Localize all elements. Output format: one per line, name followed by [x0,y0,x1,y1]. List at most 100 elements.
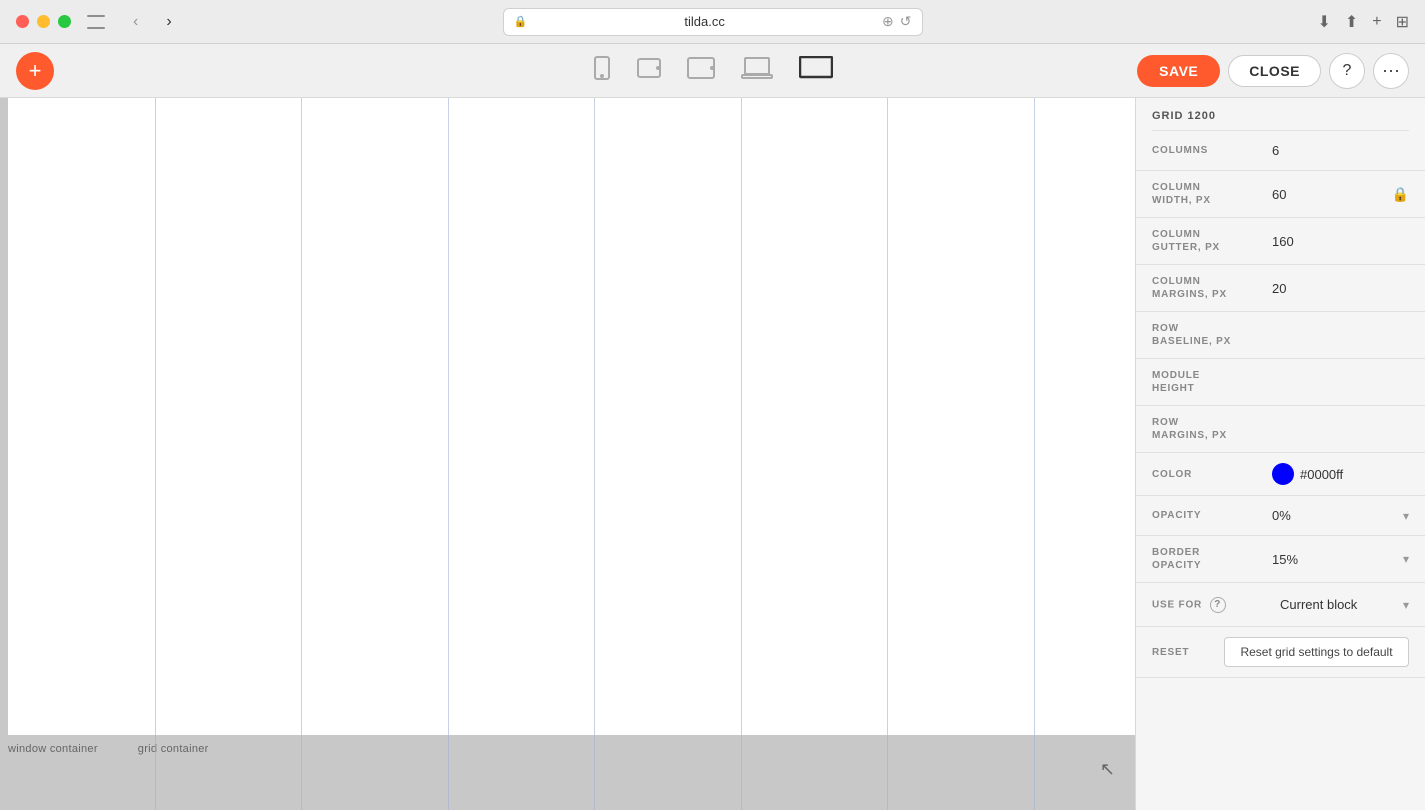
col-gutter-label: COLUMN GUTTER, PX [1152,228,1272,254]
col-margins-label: COLUMN MARGINS, PX [1152,275,1272,301]
device-tablet-button[interactable] [683,53,719,89]
color-hex-value: #0000ff [1300,467,1343,482]
grid-container-label: grid container [138,743,209,755]
bottom-grid-line-4 [594,735,595,810]
nav-arrows: ‹ › [117,13,176,31]
grid-line-6 [887,98,888,735]
grid-line-7 [1034,98,1035,735]
use-for-value: Current block [1280,597,1357,612]
close-button[interactable]: CLOSE [1228,55,1321,87]
reset-row: RESET Reset grid settings to default [1136,627,1425,678]
module-height-label: MODULE HEIGHT [1152,369,1272,395]
grid-line-2 [301,98,302,735]
back-button[interactable]: ‹ [129,13,142,31]
opacity-value: 0% [1272,508,1291,523]
device-tablet-small-button[interactable] [633,54,665,88]
main-area: window container grid container ↖ GRID 1… [0,98,1425,810]
minimize-traffic-light[interactable] [37,15,50,28]
col-gutter-row: COLUMN GUTTER, PX 160 [1136,218,1425,265]
url-text: tilda.cc [533,14,876,29]
module-height-row: MODULE HEIGHT [1136,359,1425,406]
device-desktop-button[interactable] [795,52,837,90]
add-block-button[interactable]: + [16,52,54,90]
panel-grid-header-row: GRID 1200 [1136,98,1425,130]
bottom-grid-line-2 [301,735,302,810]
col-gutter-value: 160 [1272,234,1409,249]
bottom-grid-line-5 [741,735,742,810]
bottom-grid-line-3 [448,735,449,810]
panel-grid-label: GRID 1200 [1152,110,1216,122]
color-label: COLOR [1152,468,1272,481]
device-switcher [589,52,837,90]
row-margins-label: ROW MARGINS, PX [1152,416,1272,442]
col-margins-value: 20 [1272,281,1409,296]
help-button[interactable]: ? [1329,53,1365,89]
app-toolbar: + [0,44,1425,98]
download-icon[interactable]: ⬇ [1317,12,1330,32]
lock-icon: 🔒 [514,15,528,28]
address-bar[interactable]: 🔒 tilda.cc ⊕ ↺ [503,8,923,36]
bottom-grid-line-6 [887,735,888,810]
toolbar-right: SAVE CLOSE ? ··· [1137,53,1409,89]
reset-button[interactable]: Reset grid settings to default [1224,637,1409,667]
traffic-lights [16,15,71,28]
row-margins-row: ROW MARGINS, PX [1136,406,1425,453]
grid-overlay [8,98,1135,735]
columns-value: 6 [1272,143,1409,158]
window-container-label: window container [8,743,98,755]
os-right-icons: ⬇ ⬆ + ⊞ [1317,12,1409,32]
grid-line-3 [448,98,449,735]
grid-line-5 [741,98,742,735]
opacity-chevron-icon: ▾ [1403,509,1409,523]
window-icon[interactable]: ⊞ [1396,12,1409,32]
color-row: COLOR #0000ff [1136,453,1425,496]
share-icon: ⊕ [882,13,894,30]
right-panel: GRID 1200 COLUMNS 6 COLUMN WIDTH, PX 60 … [1135,98,1425,810]
opacity-row: OPACITY 0% ▾ [1136,496,1425,536]
col-width-label: COLUMN WIDTH, PX [1152,181,1272,207]
grid-line-1 [155,98,156,735]
bottom-grid-line-7 [1034,735,1035,810]
save-button[interactable]: SAVE [1137,55,1220,87]
lock-icon-colwidth[interactable]: 🔒 [1392,186,1409,203]
color-swatch[interactable] [1272,463,1294,485]
device-laptop-button[interactable] [737,53,777,89]
share-icon2[interactable]: ⬆ [1345,12,1358,32]
border-opacity-value: 15% [1272,552,1298,567]
reset-label: RESET [1152,647,1212,658]
border-opacity-dropdown[interactable]: 15% ▾ [1272,552,1409,567]
col-width-row: COLUMN WIDTH, PX 60 🔒 [1136,171,1425,218]
use-for-row: USE FOR ? Current block ▾ [1136,583,1425,627]
opacity-label: OPACITY [1152,509,1272,522]
opacity-dropdown[interactable]: 0% ▾ [1272,508,1409,523]
grid-line-4 [594,98,595,735]
fullscreen-traffic-light[interactable] [58,15,71,28]
col-width-value-container: 60 🔒 [1272,186,1409,203]
canvas-area: window container grid container ↖ [0,98,1135,810]
color-value-container: #0000ff [1272,463,1409,485]
row-baseline-label: ROW BASELINE, PX [1152,322,1272,348]
use-for-help-icon[interactable]: ? [1210,597,1226,613]
cursor: ↖ [1100,759,1115,780]
columns-row: COLUMNS 6 [1136,131,1425,171]
device-mobile-button[interactable] [589,52,615,90]
border-opacity-chevron-icon: ▾ [1403,552,1409,566]
border-opacity-row: BORDER OPACITY 15% ▾ [1136,536,1425,583]
col-width-value: 60 [1272,187,1286,202]
use-for-dropdown[interactable]: Current block ▾ [1280,597,1409,612]
columns-label: COLUMNS [1152,144,1272,157]
sidebar-toggle[interactable] [87,15,105,29]
refresh-icon: ↺ [900,13,912,30]
close-traffic-light[interactable] [16,15,29,28]
canvas-bottom-bar: window container grid container [0,735,1135,810]
new-tab-icon[interactable]: + [1372,13,1381,31]
row-baseline-row: ROW BASELINE, PX [1136,312,1425,359]
forward-button[interactable]: › [162,13,175,31]
use-for-label: USE FOR ? [1152,597,1272,613]
border-opacity-label: BORDER OPACITY [1152,546,1272,572]
canvas-content [8,98,1135,735]
col-margins-row: COLUMN MARGINS, PX 20 [1136,265,1425,312]
use-for-chevron-icon: ▾ [1403,598,1409,612]
more-button[interactable]: ··· [1373,53,1409,89]
os-titlebar: ‹ › 🔒 tilda.cc ⊕ ↺ ⬇ ⬆ + ⊞ [0,0,1425,44]
